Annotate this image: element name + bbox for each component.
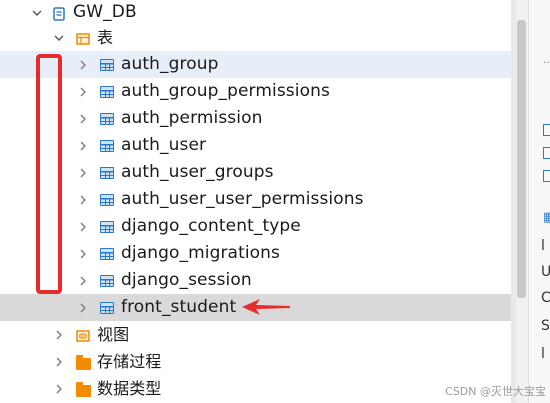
procedures-folder-label: 存储过程 [97, 352, 162, 371]
table-row-auth-permission[interactable]: auth_permission [0, 105, 511, 132]
table-icon [100, 86, 114, 100]
table-icon [100, 140, 114, 154]
table-icon [100, 302, 114, 316]
chevron-right-icon[interactable] [52, 382, 66, 396]
scrollbar-thumb[interactable] [517, 20, 526, 298]
table-row-django-session[interactable]: django_session [0, 267, 511, 294]
view-icon [76, 328, 90, 342]
chevron-right-icon[interactable] [76, 220, 90, 234]
table-row-auth-user-user-permissions[interactable]: auth_user_user_permissions [0, 186, 511, 213]
chevron-right-icon[interactable] [52, 355, 66, 369]
table-label: django_session [121, 270, 252, 290]
watermark: CSDN @灭世大宝宝 [445, 385, 546, 398]
views-folder-label: 视图 [97, 325, 130, 344]
database-label: GW_DB [73, 2, 137, 22]
table-row-auth-group-permissions[interactable]: auth_group_permissions [0, 78, 511, 105]
folder-icon [76, 382, 91, 399]
table-label: django_content_type [121, 216, 301, 236]
tree-node-procedures-folder[interactable]: 存储过程 [0, 348, 511, 375]
chevron-right-icon[interactable] [52, 328, 66, 342]
tree-node-tables-folder[interactable]: 表 [0, 24, 511, 51]
tree-node-database[interactable]: GW_DB [0, 0, 511, 26]
tree-node-datatypes-folder[interactable]: 数据类型 [0, 375, 511, 402]
table-icon [100, 221, 114, 235]
table-row-django-migrations[interactable]: django_migrations [0, 240, 511, 267]
right-panel-text: C [541, 290, 550, 306]
chevron-right-icon[interactable] [76, 247, 90, 261]
right-panel: … ▦ l U C S l [528, 0, 550, 403]
tree-node-views-folder[interactable]: 视图 [0, 321, 511, 348]
right-panel-text: l [541, 346, 545, 362]
table-label: django_migrations [121, 243, 280, 263]
right-panel-text: S [541, 318, 550, 334]
chevron-right-icon[interactable] [76, 166, 90, 180]
chevron-right-icon[interactable] [76, 112, 90, 126]
table-row-auth-group[interactable]: auth_group [0, 51, 511, 78]
chevron-down-icon[interactable] [52, 31, 66, 45]
database-icon [52, 6, 66, 21]
right-panel-text: l [541, 238, 545, 254]
right-panel-text: U [541, 264, 550, 280]
table-label: auth_user [121, 135, 207, 155]
table-icon [100, 113, 114, 127]
chevron-right-icon[interactable] [76, 139, 90, 153]
table-icon [100, 194, 114, 208]
table-label: auth_group_permissions [121, 81, 330, 101]
annotation-red-box [36, 54, 62, 294]
right-panel-checkbox[interactable] [543, 170, 550, 182]
tables-folder-label: 表 [97, 28, 114, 47]
chevron-right-icon[interactable] [76, 58, 90, 72]
right-panel-grid-icon[interactable]: ▦ [543, 210, 550, 225]
folder-icon [76, 355, 91, 372]
chevron-right-icon[interactable] [76, 301, 90, 315]
right-panel-checkbox[interactable] [543, 124, 550, 136]
chevron-right-icon[interactable] [76, 85, 90, 99]
table-folder-icon [76, 31, 90, 45]
table-label: auth_group [121, 54, 219, 74]
table-row-django-content-type[interactable]: django_content_type [0, 213, 511, 240]
table-icon [100, 248, 114, 262]
table-row-auth-user-groups[interactable]: auth_user_groups [0, 159, 511, 186]
table-icon [100, 275, 114, 289]
datatypes-folder-label: 数据类型 [97, 379, 162, 398]
table-label: auth_user_user_permissions [121, 189, 364, 209]
chevron-right-icon[interactable] [76, 274, 90, 288]
table-icon [100, 167, 114, 181]
chevron-down-icon[interactable] [30, 6, 44, 20]
right-panel-dots: … [543, 55, 550, 66]
right-panel-checkbox[interactable] [543, 147, 550, 159]
chevron-right-icon[interactable] [76, 193, 90, 207]
table-label: auth_user_groups [121, 162, 274, 182]
table-label: auth_permission [121, 108, 263, 128]
table-row-auth-user[interactable]: auth_user [0, 132, 511, 159]
table-label: front_student [121, 297, 237, 317]
table-icon [100, 59, 114, 73]
database-tree: GW_DB 表 auth_group auth_group_permission… [0, 0, 511, 403]
annotation-arrow-icon [242, 299, 290, 315]
